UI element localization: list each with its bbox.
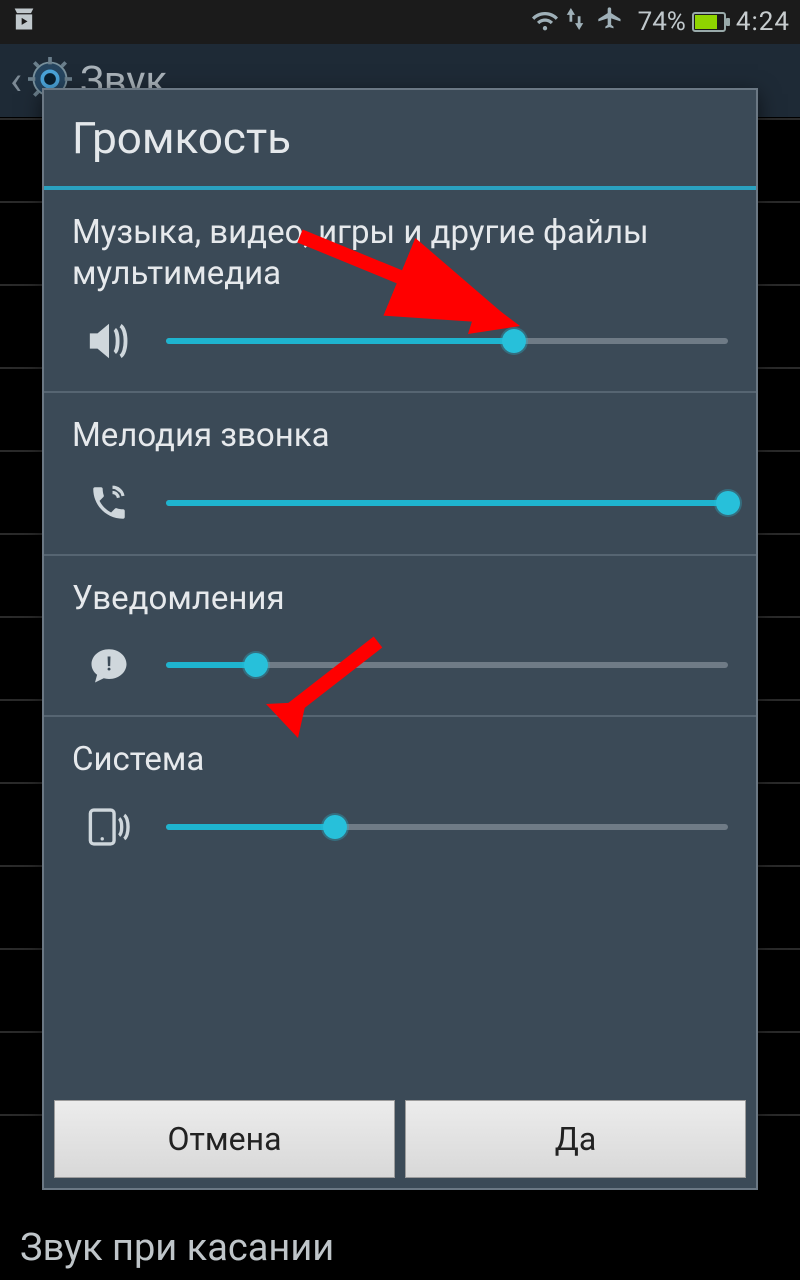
dialog-body: Музыка, видео, игры и другие файлы мульт… bbox=[44, 190, 756, 1090]
battery-percent: 74% bbox=[638, 7, 686, 37]
play-store-icon bbox=[10, 5, 38, 40]
status-bar: 74% 4:24 bbox=[0, 0, 800, 44]
ok-button[interactable]: Да bbox=[405, 1100, 746, 1178]
phone-icon bbox=[80, 482, 138, 524]
media-volume-label: Музыка, видео, игры и другие файлы мульт… bbox=[72, 212, 728, 295]
battery-level bbox=[695, 15, 717, 29]
airplane-icon bbox=[596, 5, 624, 40]
device-icon bbox=[80, 806, 138, 848]
notification-volume-label: Уведомления bbox=[72, 578, 728, 619]
system-volume-label: Система bbox=[72, 739, 728, 780]
system-volume-slider[interactable] bbox=[166, 814, 728, 840]
volume-dialog: Громкость Музыка, видео, игры и другие ф… bbox=[42, 88, 758, 1190]
back-icon[interactable]: ‹ bbox=[10, 57, 22, 104]
ringtone-volume-section: Мелодия звонка bbox=[44, 393, 756, 556]
notification-icon: ! bbox=[80, 645, 138, 685]
notification-volume-slider[interactable] bbox=[166, 652, 728, 678]
dialog-buttons: Отмена Да bbox=[44, 1090, 756, 1188]
wifi-icon bbox=[530, 6, 560, 39]
speaker-icon bbox=[80, 321, 138, 361]
touch-sound-row[interactable]: Звук при касании bbox=[20, 1226, 334, 1270]
notification-volume-section: Уведомления ! bbox=[44, 556, 756, 717]
media-volume-section: Музыка, видео, игры и другие файлы мульт… bbox=[44, 190, 756, 393]
battery-icon bbox=[692, 12, 726, 32]
ringtone-volume-label: Мелодия звонка bbox=[72, 415, 728, 456]
ringtone-volume-slider[interactable] bbox=[166, 490, 728, 516]
system-volume-section: Система bbox=[44, 717, 756, 878]
cancel-button[interactable]: Отмена bbox=[54, 1100, 395, 1178]
svg-text:!: ! bbox=[106, 652, 111, 675]
updown-icon bbox=[566, 7, 584, 37]
dialog-title: Громкость bbox=[44, 90, 756, 186]
clock: 4:24 bbox=[736, 7, 790, 37]
media-volume-slider[interactable] bbox=[166, 328, 728, 354]
